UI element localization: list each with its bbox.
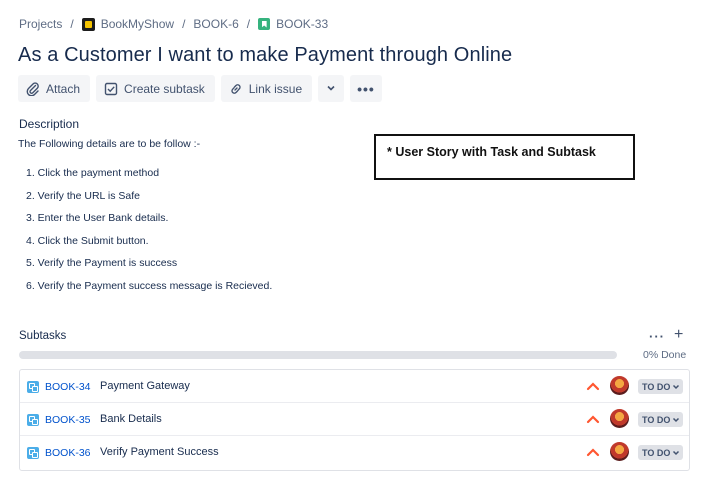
link-issue-dropdown[interactable] bbox=[318, 75, 345, 102]
issue-toolbar: Attach Create subtask Link issue ••• bbox=[18, 75, 382, 102]
breadcrumb-separator: / bbox=[70, 17, 74, 31]
subtask-row[interactable]: BOOK-34 Payment Gateway TO DO bbox=[20, 370, 689, 403]
subtasks-label: Subtasks bbox=[19, 330, 67, 342]
subtask-row[interactable]: BOOK-35 Bank Details TO DO bbox=[20, 403, 689, 436]
avatar[interactable] bbox=[610, 409, 629, 428]
subtasks-more-button[interactable]: ··· bbox=[649, 329, 665, 344]
link-issue-button[interactable]: Link issue bbox=[220, 75, 313, 102]
description-step: 2. Verify the URL is Safe bbox=[26, 189, 140, 202]
status-dropdown[interactable]: TO DO bbox=[638, 379, 684, 394]
subtask-key[interactable]: BOOK-36 bbox=[45, 447, 91, 459]
project-icon bbox=[81, 17, 95, 31]
subtask-key[interactable]: BOOK-35 bbox=[45, 414, 91, 426]
priority-high-icon bbox=[586, 448, 600, 457]
description-intro[interactable]: The Following details are to be follow :… bbox=[18, 138, 200, 150]
priority-high-icon bbox=[586, 382, 600, 391]
description-step: 5. Verify the Payment is success bbox=[26, 257, 178, 270]
avatar[interactable] bbox=[610, 376, 629, 395]
subtask-icon bbox=[27, 414, 39, 426]
chevron-down-icon bbox=[673, 417, 680, 422]
attach-label: Attach bbox=[46, 81, 81, 96]
link-issue-label: Link issue bbox=[248, 81, 303, 96]
description-step: 3. Enter the User Bank details. bbox=[26, 212, 169, 225]
issue-title[interactable]: As a Customer I want to make Payment thr… bbox=[18, 44, 512, 67]
subtasks-progress-bar bbox=[19, 351, 617, 359]
annotation-text: * User Story with Task and Subtask bbox=[387, 145, 596, 159]
subtask-row[interactable]: BOOK-36 Verify Payment Success TO DO bbox=[20, 436, 689, 469]
priority-high-icon bbox=[586, 415, 600, 424]
breadcrumb: Projects / BookMyShow / BOOK-6 / BOOK-33 bbox=[19, 16, 328, 32]
breadcrumb-issue[interactable]: BOOK-33 bbox=[276, 17, 328, 31]
status-dropdown[interactable]: TO DO bbox=[638, 445, 684, 460]
chevron-down-icon bbox=[673, 450, 680, 455]
status-dropdown[interactable]: TO DO bbox=[638, 412, 684, 427]
avatar[interactable] bbox=[610, 442, 629, 461]
description-step: 4. Click the Submit button. bbox=[26, 234, 149, 247]
subtask-summary[interactable]: Payment Gateway bbox=[100, 380, 190, 392]
checkbox-icon bbox=[104, 82, 118, 96]
breadcrumb-separator: / bbox=[182, 17, 186, 31]
description-steps[interactable]: 1. Click the payment method 2. Verify th… bbox=[26, 166, 272, 302]
story-icon bbox=[258, 18, 271, 30]
subtask-summary[interactable]: Bank Details bbox=[100, 413, 162, 425]
subtask-key[interactable]: BOOK-34 bbox=[45, 381, 91, 393]
add-subtask-button[interactable]: + bbox=[674, 326, 683, 344]
create-subtask-label: Create subtask bbox=[124, 81, 205, 96]
breadcrumb-project[interactable]: BookMyShow bbox=[101, 17, 174, 31]
breadcrumb-parent[interactable]: BOOK-6 bbox=[193, 17, 238, 31]
paperclip-icon bbox=[26, 81, 40, 96]
chevron-down-icon bbox=[673, 384, 680, 389]
subtask-list: BOOK-34 Payment Gateway TO DO BOOK-35 Ba… bbox=[19, 369, 690, 471]
breadcrumb-separator: / bbox=[246, 17, 251, 31]
ellipsis-icon: ••• bbox=[357, 80, 375, 97]
subtask-icon bbox=[27, 381, 39, 393]
more-actions-button[interactable]: ••• bbox=[350, 75, 382, 102]
annotation-box: * User Story with Task and Subtask bbox=[374, 134, 635, 180]
description-step: 6. Verify the Payment success message is… bbox=[26, 279, 273, 292]
progress-text: 0% Done bbox=[643, 349, 687, 361]
create-subtask-button[interactable]: Create subtask bbox=[96, 75, 215, 102]
description-label: Description bbox=[19, 117, 80, 131]
subtask-icon bbox=[27, 447, 39, 459]
chevron-down-icon bbox=[326, 82, 336, 96]
attach-button[interactable]: Attach bbox=[18, 75, 91, 102]
breadcrumb-projects[interactable]: Projects bbox=[19, 17, 62, 31]
description-step: 1. Click the payment method bbox=[26, 167, 160, 179]
link-icon bbox=[229, 82, 243, 96]
subtask-summary[interactable]: Verify Payment Success bbox=[100, 446, 219, 458]
